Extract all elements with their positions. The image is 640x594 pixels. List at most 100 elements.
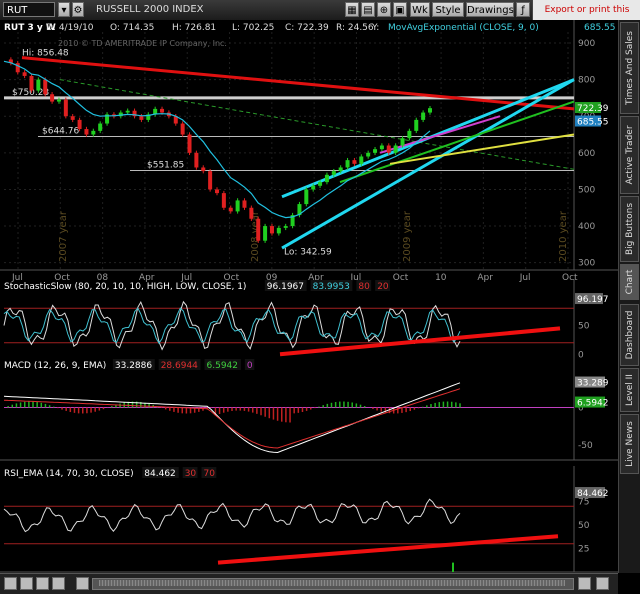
study-value: 6.5942 xyxy=(207,361,239,371)
tab-label: Big Buttons xyxy=(624,202,635,256)
layout-icon[interactable]: ▤ xyxy=(361,2,375,17)
study-title: MACD (12, 26, 9, EMA) xyxy=(4,361,106,371)
scroll-right-icon[interactable] xyxy=(578,577,591,590)
quote-open: O: 714.35 xyxy=(110,23,154,33)
tab-big-buttons[interactable]: Big Buttons xyxy=(620,196,639,262)
value-badge-label: 84.462 xyxy=(577,489,609,499)
y-tick-label: -50 xyxy=(578,441,593,451)
study-value: 80 xyxy=(358,282,370,292)
study-value: 83.9953 xyxy=(313,282,350,292)
candle-body xyxy=(77,119,82,130)
study-value: 28.6944 xyxy=(161,361,198,371)
candle-body xyxy=(407,130,412,139)
study-label: MovAvgExponential (CLOSE, 9, 0) xyxy=(388,23,539,33)
candle-body xyxy=(56,99,61,102)
y-tick-label: 600 xyxy=(578,149,595,159)
symbol-input[interactable]: RUT xyxy=(3,2,55,17)
high-annotation: Hi: 856.48 xyxy=(22,48,69,58)
candle-body xyxy=(331,171,336,175)
tab-active-trader[interactable]: Active Trader xyxy=(620,116,639,194)
candle-body xyxy=(283,226,288,228)
study-value: 33.2886 xyxy=(115,361,152,371)
candle-body xyxy=(386,145,391,153)
scroll-left-icon[interactable] xyxy=(76,577,89,590)
y-tick-label: 800 xyxy=(578,76,595,86)
candle-body xyxy=(22,72,27,76)
studies-icon[interactable]: ƒ xyxy=(516,2,530,17)
y-tick-label: 25 xyxy=(578,545,589,555)
magnifier-icon[interactable] xyxy=(36,577,49,590)
x-tick-label: Oct xyxy=(562,273,578,283)
style-button[interactable]: Style xyxy=(432,2,464,17)
scrollbar-thumb[interactable] xyxy=(99,580,565,586)
dropdown-icon[interactable]: ▾ xyxy=(58,2,70,17)
watermark: 2010 © TD AMERITRADE IP Company, Inc. xyxy=(58,39,227,48)
candle-body xyxy=(352,160,357,164)
tab-label: Live News xyxy=(624,421,635,467)
y-tick-label: 300 xyxy=(578,259,595,269)
tab-chart[interactable]: Chart xyxy=(620,264,639,300)
sidebar: Times And Sales Active Trader Big Button… xyxy=(618,20,640,573)
tab-dashboard[interactable]: Dashboard xyxy=(620,304,639,366)
study-value: 0 xyxy=(247,361,253,371)
candle-body xyxy=(208,171,213,190)
zoom-icon[interactable]: ⊕ xyxy=(377,2,391,17)
value-badge-label: 6.5942 xyxy=(577,399,609,409)
zoom-in-icon[interactable] xyxy=(20,577,33,590)
candle-body xyxy=(373,149,378,153)
quote-high: H: 726.81 xyxy=(172,23,216,33)
price-badge-label: 722.39 xyxy=(577,104,609,114)
candle-body xyxy=(379,145,384,150)
candle-body xyxy=(201,167,206,172)
tab-label: Chart xyxy=(624,269,635,295)
candle-body xyxy=(263,226,268,241)
tab-live-news[interactable]: Live News xyxy=(620,414,639,474)
candle-body xyxy=(228,207,233,212)
x-tick-label: Apr xyxy=(477,273,493,283)
quote-date: D: 4/19/10 xyxy=(46,23,94,33)
tab-level-ii[interactable]: Level II xyxy=(620,368,639,412)
quote-range: R: 24.56 xyxy=(336,23,374,33)
settings-icon[interactable]: ⚙ xyxy=(72,2,84,17)
study-title: RSI_EMA (14, 70, 30, CLOSE) xyxy=(4,469,134,479)
y-tick-label: 500 xyxy=(578,185,595,195)
candle-body xyxy=(215,189,219,194)
candle-body xyxy=(221,193,226,208)
grid-icon[interactable]: ▦ xyxy=(345,2,359,17)
candle-body xyxy=(63,99,68,117)
export-button[interactable]: Export or print this layout xyxy=(532,0,640,35)
tab-times-and-sales[interactable]: Times And Sales xyxy=(620,22,639,114)
y-tick-label: 50 xyxy=(578,521,590,531)
y-tick-label: 400 xyxy=(578,222,595,232)
candle-body xyxy=(235,200,240,212)
time-scrollbar[interactable] xyxy=(92,578,574,590)
chart-area[interactable]: 300400500600700800900JulOct08AprJulOct09… xyxy=(0,20,618,573)
candle-body xyxy=(187,134,192,153)
y-tick-label: 900 xyxy=(578,39,595,49)
study-title: StochasticSlow (80, 20, 10, 10, HIGH, LO… xyxy=(4,282,246,292)
toolbar: RUT ▾ ⚙ RUSSELL 2000 INDEX ▦ ▤ ⊕ ▣ Wk St… xyxy=(0,0,640,35)
scroll-end-icon[interactable] xyxy=(596,577,609,590)
candle-body xyxy=(194,152,199,168)
candle-body xyxy=(160,108,165,113)
candle-body xyxy=(393,145,398,153)
study-value: 84.462 xyxy=(144,469,176,479)
study-value: 685.55 xyxy=(584,23,616,33)
low-annotation: Lo: 342.59 xyxy=(284,248,332,258)
wk-button[interactable]: Wk xyxy=(410,2,430,17)
zoom-out-icon[interactable] xyxy=(4,577,17,590)
candle-body xyxy=(125,110,130,113)
page-title: RUSSELL 2000 INDEX xyxy=(96,4,204,15)
drawings-button[interactable]: Drawings xyxy=(466,2,514,17)
candle-body xyxy=(366,152,371,157)
candle-body xyxy=(70,116,75,120)
candle-body xyxy=(139,116,144,120)
candle-body xyxy=(180,123,185,135)
candle-body xyxy=(345,160,350,168)
candle-body xyxy=(324,174,329,183)
study-value: 96.1967 xyxy=(267,282,304,292)
compare-icon[interactable]: ▣ xyxy=(393,2,407,17)
year-label: 2009 year xyxy=(402,210,413,262)
tab-label: Times And Sales xyxy=(624,31,635,105)
reset-icon[interactable] xyxy=(52,577,65,590)
